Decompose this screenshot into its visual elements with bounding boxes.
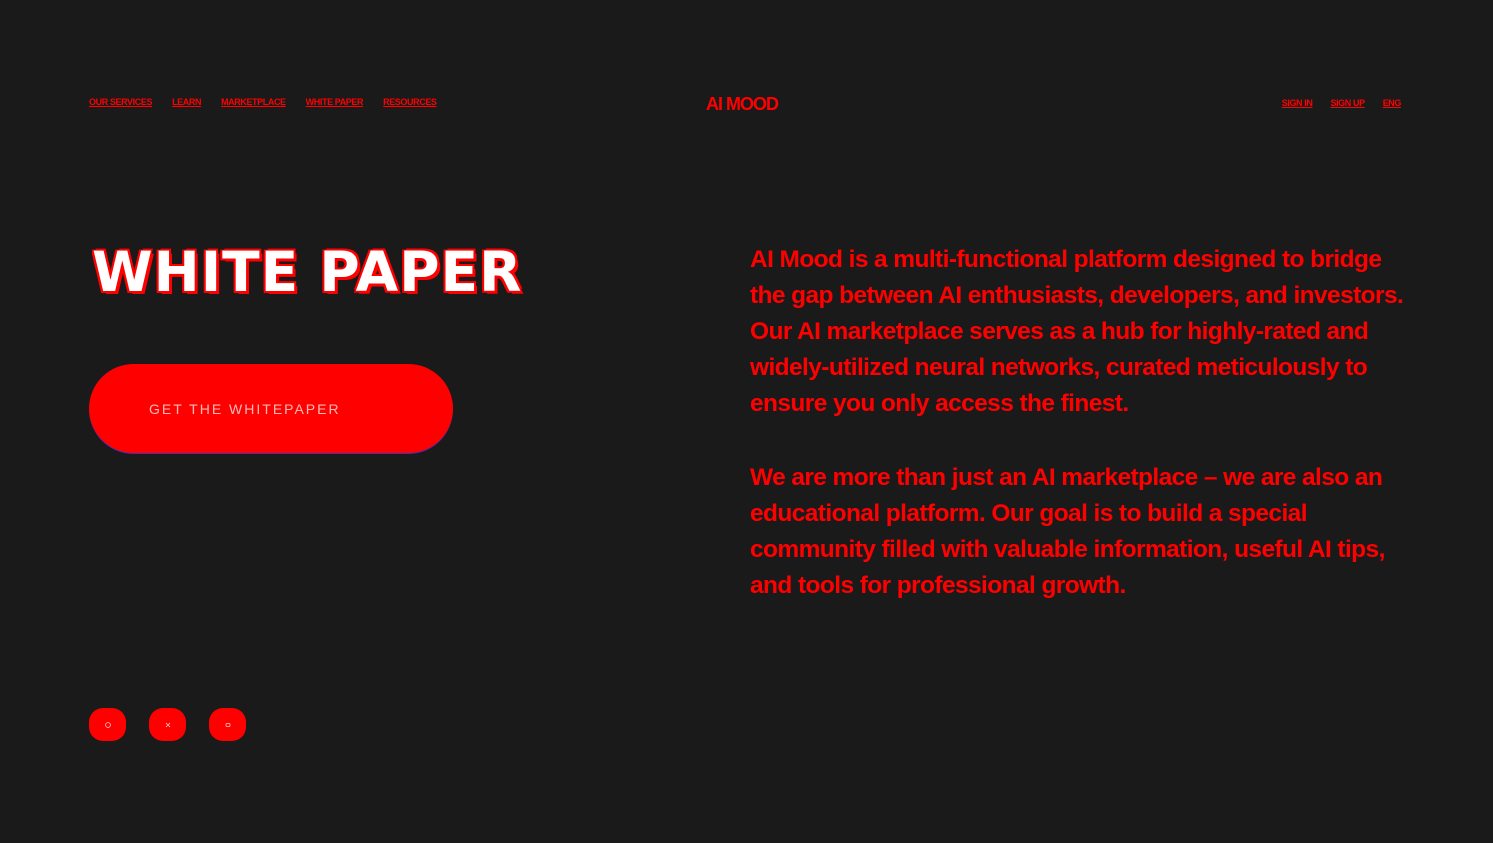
nav-link-our-services[interactable]: OUR SERVICES bbox=[89, 97, 152, 107]
page: OUR SERVICES LEARN MARKETPLACE WHITE PAP… bbox=[0, 0, 1493, 843]
language-selector[interactable]: ENG bbox=[1383, 98, 1402, 108]
twitter-icon[interactable] bbox=[149, 708, 186, 741]
social-links bbox=[89, 708, 246, 741]
logo[interactable]: AI MOOD bbox=[706, 94, 779, 115]
sign-up-link[interactable]: SIGN UP bbox=[1330, 98, 1365, 108]
sign-in-link[interactable]: SIGN IN bbox=[1282, 98, 1313, 108]
about-paragraph-2: We are more than just an AI marketplace … bbox=[750, 464, 1385, 599]
telegram-icon[interactable] bbox=[89, 708, 126, 741]
nav-link-learn[interactable]: LEARN bbox=[172, 97, 201, 107]
get-whitepaper-button[interactable]: GET THE WHITEPAPER bbox=[89, 364, 453, 453]
nav-link-resources[interactable]: RESOURCES bbox=[383, 97, 437, 107]
about-text: AI Mood is a multi-functional platform d… bbox=[750, 242, 1410, 642]
cta-label: GET THE WHITEPAPER bbox=[149, 400, 341, 417]
nav-link-white-paper[interactable]: WHITE PAPER bbox=[306, 97, 364, 107]
primary-nav: OUR SERVICES LEARN MARKETPLACE WHITE PAP… bbox=[89, 97, 437, 107]
account-nav: SIGN IN SIGN UP ENG bbox=[1282, 98, 1402, 108]
discord-icon[interactable] bbox=[209, 708, 246, 741]
about-paragraph-1: AI Mood is a multi-functional platform d… bbox=[750, 246, 1404, 417]
nav-link-marketplace[interactable]: MARKETPLACE bbox=[221, 97, 286, 107]
page-title: WHITE PAPER bbox=[92, 240, 523, 304]
